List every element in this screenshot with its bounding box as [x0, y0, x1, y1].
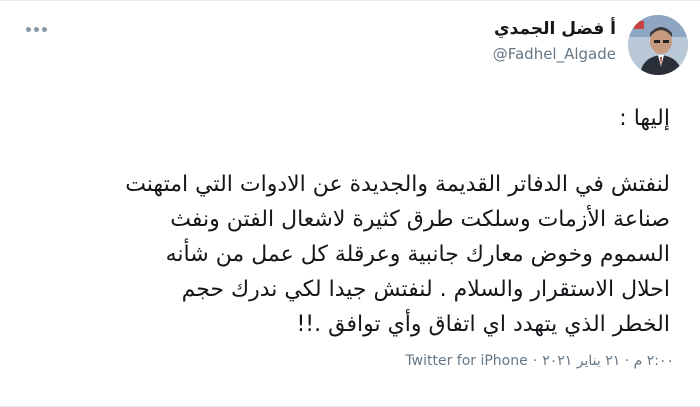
- tweet-source[interactable]: Twitter for iPhone: [405, 353, 527, 369]
- tweet-line: السموم وخوض معارك جانبية وعرقلة كل عمل م…: [165, 242, 670, 267]
- more-options-icon[interactable]: [26, 27, 47, 32]
- display-name[interactable]: أ فضل الجمدي: [493, 18, 616, 40]
- dot: [42, 27, 47, 32]
- tweet-timestamp[interactable]: ٢:٠٠ م · ٢١ يناير ٢٠٢١: [542, 353, 674, 369]
- tweet-line: احلال الاستقرار والسلام . لنفتش جيدا لكي…: [181, 277, 670, 302]
- tweet-text: إليها : لنفتش في الدفاتر القديمة والجديد…: [22, 101, 670, 342]
- avatar[interactable]: [628, 15, 688, 75]
- tweet-line: الخطر الذي يتهدد اي اتفاق وأي توافق .!!: [296, 312, 670, 337]
- tweet-line: صناعة الأزمات وسلكت طرق كثيرة لاشعال الف…: [170, 207, 670, 232]
- meta-separator: ·: [532, 353, 538, 369]
- tweet-header: أ فضل الجمدي @Fadhel_Algade: [493, 15, 688, 79]
- user-handle[interactable]: @Fadhel_Algade: [493, 43, 616, 65]
- profile-photo-icon: [628, 15, 688, 75]
- dot: [26, 27, 31, 32]
- author-info: أ فضل الجمدي @Fadhel_Algade: [493, 15, 616, 65]
- tweet-greeting: إليها :: [619, 106, 670, 131]
- tweet-meta: ٢:٠٠ م · ٢١ يناير ٢٠٢١· Twitter for iPhon…: [405, 353, 674, 369]
- dot: [34, 27, 39, 32]
- tweet-line: لنفتش في الدفاتر القديمة والجديدة عن الا…: [125, 172, 670, 197]
- tweet-card: أ فضل الجمدي @Fadhel_Algade إليها : لنفت…: [0, 0, 700, 407]
